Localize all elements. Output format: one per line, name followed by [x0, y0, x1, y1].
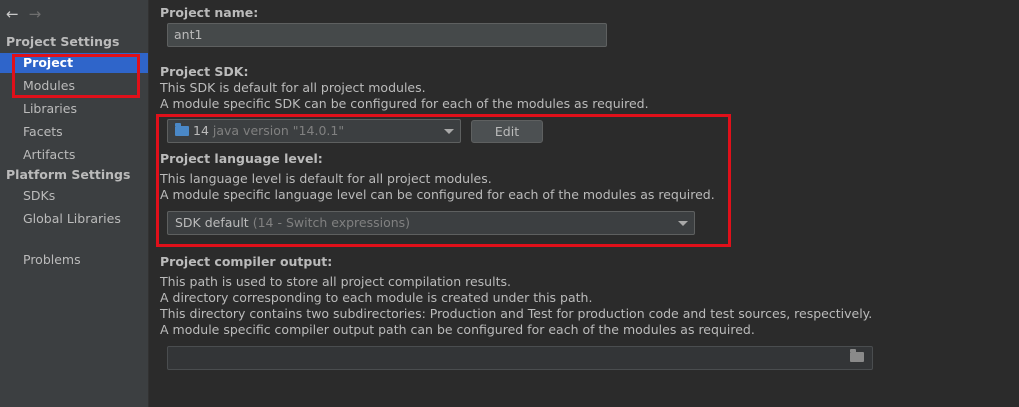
compiler-output-desc-4: A module specific compiler output path c…	[160, 322, 755, 337]
project-sdk-label: Project SDK:	[160, 64, 249, 79]
project-sdk-desc-1: This SDK is default for all project modu…	[160, 80, 426, 95]
sidebar-item-problems[interactable]: Problems	[0, 250, 148, 270]
forward-arrow-icon[interactable]: →	[29, 4, 42, 24]
project-name-field[interactable]: ant1	[167, 23, 607, 47]
compiler-output-desc-3: This directory contains two subdirectori…	[160, 306, 873, 321]
sidebar-item-artifacts[interactable]: Artifacts	[0, 145, 148, 165]
project-sdk-desc-2: A module specific SDK can be configured …	[160, 96, 649, 111]
compiler-output-label: Project compiler output:	[160, 254, 333, 269]
nav-arrows: ← →	[6, 4, 41, 24]
sidebar-highlight-box	[12, 54, 140, 98]
compiler-output-desc-1: This path is used to store all project c…	[160, 274, 511, 289]
platform-settings-header: Platform Settings	[6, 167, 131, 182]
project-name-label: Project name:	[160, 5, 259, 20]
sidebar-item-sdks[interactable]: SDKs	[0, 186, 148, 206]
compiler-output-field[interactable]	[167, 346, 873, 370]
compiler-output-desc-2: A directory corresponding to each module…	[160, 290, 593, 305]
sidebar-item-global-libraries[interactable]: Global Libraries	[0, 209, 148, 229]
back-arrow-icon[interactable]: ←	[6, 4, 19, 24]
browse-folder-icon[interactable]	[850, 349, 864, 362]
project-settings-header: Project Settings	[6, 34, 120, 49]
sidebar-item-facets[interactable]: Facets	[0, 122, 148, 142]
main-highlight-box	[156, 114, 731, 247]
sidebar-item-libraries[interactable]: Libraries	[0, 99, 148, 119]
